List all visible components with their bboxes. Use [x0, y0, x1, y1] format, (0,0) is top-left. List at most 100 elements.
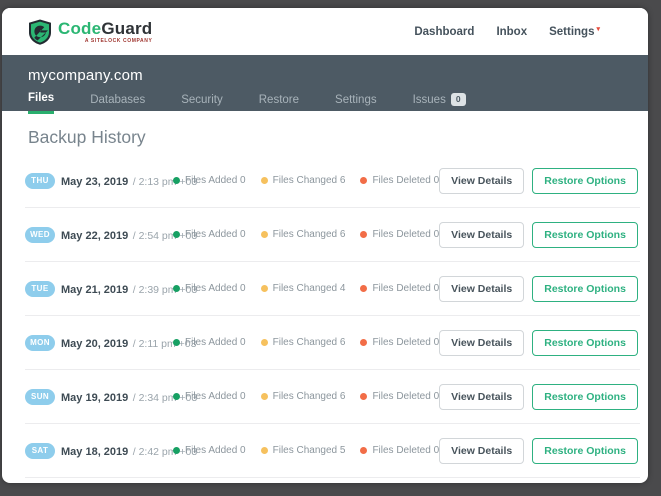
files-changed-dot-icon	[260, 285, 268, 292]
tab-settings[interactable]: Settings	[335, 92, 377, 114]
files-deleted-dot-icon	[360, 285, 368, 292]
restore-options-button[interactable]: Restore Options	[532, 329, 638, 356]
view-details-button[interactable]: View Details	[439, 221, 525, 248]
backup-row: WED May 22, 2019 / 2:54 pm +03 Files Add…	[25, 208, 640, 262]
day-badge: SUN	[25, 388, 55, 405]
top-nav: Dashboard Inbox Settings ▾	[414, 25, 600, 39]
backup-row: MON May 20, 2019 / 2:11 pm +03 Files Add…	[25, 316, 640, 370]
backup-date: May 23, 2019 / 2:13 pm +03	[61, 175, 198, 188]
app-window: CodeGuard A SITELOCK COMPANY Dashboard I…	[2, 8, 648, 483]
site-bar: mycompany.com Files Databases Security R…	[2, 55, 648, 114]
stat-files-deleted: Files Deleted 0	[360, 337, 439, 348]
restore-options-button[interactable]: Restore Options	[532, 221, 638, 248]
stat-files-added: Files Added 0	[173, 391, 246, 402]
files-changed-dot-icon	[260, 177, 268, 184]
backup-date: May 21, 2019 / 2:39 pm +03	[61, 283, 198, 296]
day-badge: WED	[25, 226, 55, 243]
stat-files-deleted: Files Deleted 0	[360, 391, 439, 402]
nav-inbox[interactable]: Inbox	[496, 26, 527, 38]
backup-date: May 18, 2019 / 2:42 pm +03	[61, 445, 198, 458]
stat-files-added: Files Added 0	[173, 337, 246, 348]
domain-title: mycompany.com	[28, 67, 143, 84]
tab-databases[interactable]: Databases	[90, 92, 145, 114]
row-actions: View Details Restore Options	[439, 275, 638, 302]
tab-restore[interactable]: Restore	[259, 92, 299, 114]
backup-date: May 19, 2019 / 2:34 pm +03	[61, 391, 198, 404]
view-details-button[interactable]: View Details	[439, 437, 525, 464]
nav-settings[interactable]: Settings ▾	[549, 25, 600, 38]
backup-row: SUN May 19, 2019 / 2:34 pm +03 Files Add…	[25, 370, 640, 424]
files-added-dot-icon	[173, 177, 180, 184]
files-deleted-dot-icon	[360, 231, 368, 238]
restore-options-button[interactable]: Restore Options	[532, 167, 638, 194]
backup-date: May 20, 2019 / 2:11 pm +03	[61, 337, 197, 350]
stat-files-added: Files Added 0	[173, 445, 246, 456]
stat-files-added: Files Added 0	[173, 283, 246, 294]
tab-files[interactable]: Files	[28, 92, 55, 114]
files-changed-dot-icon	[260, 447, 268, 454]
day-badge: MON	[25, 334, 55, 351]
stat-files-deleted: Files Deleted 0	[360, 175, 439, 186]
stat-files-added: Files Added 0	[173, 175, 246, 186]
files-changed-dot-icon	[260, 231, 268, 238]
backup-stats: Files Added 0 Files Changed 5 Files Dele…	[173, 445, 439, 456]
files-deleted-dot-icon	[360, 177, 368, 184]
logo-tagline: A SITELOCK COMPANY	[84, 37, 153, 44]
files-added-dot-icon	[173, 447, 180, 454]
files-added-dot-icon	[173, 339, 180, 346]
row-actions: View Details Restore Options	[439, 383, 638, 410]
backup-row: THU May 23, 2019 / 2:13 pm +03 Files Add…	[25, 154, 640, 208]
settings-caret-icon: ▾	[596, 26, 600, 33]
top-header: CodeGuard A SITELOCK COMPANY Dashboard I…	[2, 8, 648, 55]
row-actions: View Details Restore Options	[439, 329, 638, 356]
files-deleted-dot-icon	[360, 339, 368, 346]
logo-guard-word: Guard	[101, 18, 153, 38]
logo-code-word: Code	[58, 18, 102, 38]
stat-files-deleted: Files Deleted 0	[360, 445, 439, 456]
day-badge: SAT	[25, 442, 55, 459]
files-added-dot-icon	[173, 285, 180, 292]
view-details-button[interactable]: View Details	[439, 275, 525, 302]
backup-row: TUE May 21, 2019 / 2:39 pm +03 Files Add…	[25, 262, 640, 316]
codeguard-logo[interactable]: CodeGuard A SITELOCK COMPANY	[28, 19, 152, 45]
row-actions: View Details Restore Options	[439, 437, 638, 464]
page-title: Backup History	[28, 127, 146, 147]
backup-date: May 22, 2019 / 2:54 pm +03	[61, 229, 198, 242]
tab-issues[interactable]: Issues 0	[413, 92, 466, 114]
backup-row: SAT May 18, 2019 / 2:42 pm +03 Files Add…	[25, 424, 640, 478]
stat-files-changed: Files Changed 4	[260, 283, 345, 294]
stat-files-changed: Files Changed 5	[260, 445, 345, 456]
stat-files-changed: Files Changed 6	[260, 229, 345, 240]
restore-options-button[interactable]: Restore Options	[532, 437, 638, 464]
restore-options-button[interactable]: Restore Options	[532, 275, 638, 302]
issues-count-badge: 0	[450, 93, 466, 106]
tab-security[interactable]: Security	[181, 92, 223, 114]
backup-list: THU May 23, 2019 / 2:13 pm +03 Files Add…	[25, 154, 640, 478]
stat-files-added: Files Added 0	[173, 229, 246, 240]
restore-options-button[interactable]: Restore Options	[532, 383, 638, 410]
stat-files-deleted: Files Deleted 0	[360, 283, 439, 294]
shield-logo-icon	[29, 19, 51, 45]
backup-stats: Files Added 0 Files Changed 6 Files Dele…	[173, 337, 439, 348]
row-actions: View Details Restore Options	[439, 221, 638, 248]
backup-stats: Files Added 0 Files Changed 6 Files Dele…	[173, 391, 439, 402]
day-badge: TUE	[25, 280, 55, 297]
files-deleted-dot-icon	[360, 447, 368, 454]
backup-stats: Files Added 0 Files Changed 6 Files Dele…	[173, 175, 439, 186]
row-actions: View Details Restore Options	[439, 167, 638, 194]
files-changed-dot-icon	[260, 339, 268, 346]
backup-stats: Files Added 0 Files Changed 4 Files Dele…	[173, 283, 439, 294]
day-badge: THU	[25, 172, 55, 189]
files-added-dot-icon	[173, 393, 180, 400]
main-content: Backup History THU May 23, 2019 / 2:13 p…	[2, 111, 648, 478]
view-details-button[interactable]: View Details	[439, 167, 525, 194]
files-added-dot-icon	[173, 231, 180, 238]
view-details-button[interactable]: View Details	[439, 329, 525, 356]
stat-files-deleted: Files Deleted 0	[360, 229, 439, 240]
stat-files-changed: Files Changed 6	[260, 337, 345, 348]
view-details-button[interactable]: View Details	[439, 383, 525, 410]
files-deleted-dot-icon	[360, 393, 368, 400]
backup-stats: Files Added 0 Files Changed 6 Files Dele…	[173, 229, 439, 240]
nav-dashboard[interactable]: Dashboard	[414, 26, 474, 38]
stat-files-changed: Files Changed 6	[260, 175, 345, 186]
